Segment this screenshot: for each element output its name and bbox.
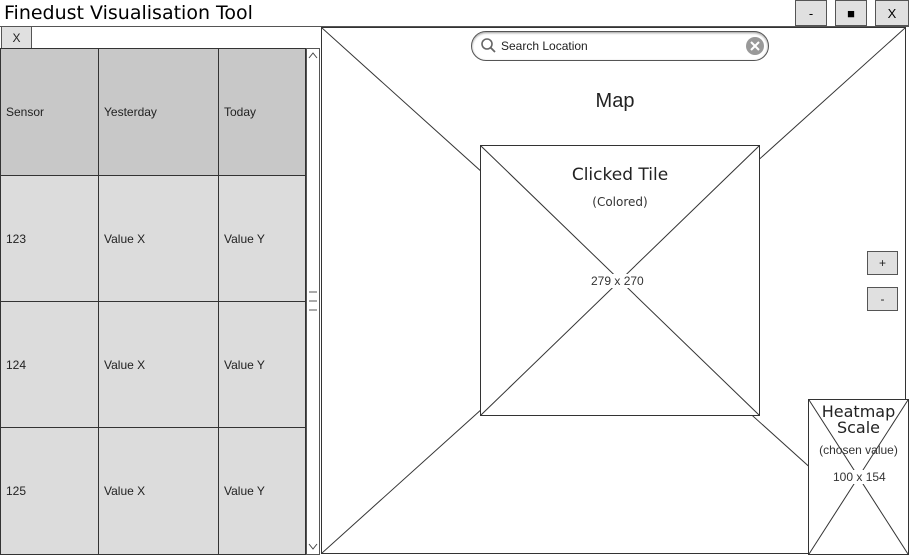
- table-scrollbar[interactable]: [306, 48, 320, 555]
- table-cell-today[interactable]: Value Y: [219, 302, 305, 428]
- sensor-table: Sensor Yesterday Today 123 Value X Value…: [0, 48, 306, 555]
- chevron-down-icon: [308, 543, 318, 550]
- map-label: Map: [595, 90, 635, 112]
- table-cell-sensor[interactable]: 124: [1, 302, 99, 428]
- tile-title: Clicked Tile: [571, 165, 669, 185]
- scale-title-line2: Scale: [836, 418, 881, 437]
- search-location-input[interactable]: Search Location: [471, 31, 769, 61]
- sidebar-close-button[interactable]: X: [1, 26, 32, 49]
- heatmap-scale: Heatmap Scale (chosen value) 100 x 154: [808, 399, 909, 555]
- scrollbar-graphics: [308, 52, 318, 550]
- table-cell-sensor[interactable]: 123: [1, 176, 99, 302]
- chevron-up-icon: [308, 52, 318, 59]
- table-cell-sensor[interactable]: 125: [1, 428, 99, 554]
- clicked-tile[interactable]: Clicked Tile (Colored) 279 x 270: [480, 145, 760, 416]
- scale-size-label: 100 x 154: [831, 470, 888, 484]
- scale-subtitle: (chosen value): [819, 443, 898, 457]
- column-header-yesterday[interactable]: Yesterday: [99, 49, 219, 176]
- table-cell-yesterday[interactable]: Value X: [99, 176, 219, 302]
- close-window-button[interactable]: X: [875, 0, 909, 26]
- clear-icon[interactable]: [745, 36, 765, 56]
- table-cell-today[interactable]: Value Y: [219, 176, 305, 302]
- column-header-today[interactable]: Today: [219, 49, 305, 176]
- zoom-in-button[interactable]: +: [867, 251, 898, 275]
- table-cell-today[interactable]: Value Y: [219, 428, 305, 554]
- column-header-sensor[interactable]: Sensor: [1, 49, 99, 176]
- maximize-button[interactable]: ■: [835, 0, 867, 26]
- table-cell-yesterday[interactable]: Value X: [99, 302, 219, 428]
- tile-subtitle: (Colored): [592, 195, 648, 209]
- zoom-out-button[interactable]: -: [867, 287, 898, 311]
- search-placeholder: Search Location: [501, 39, 588, 53]
- minimize-button[interactable]: -: [795, 0, 827, 26]
- table-cell-yesterday[interactable]: Value X: [99, 428, 219, 554]
- tile-size-label: 279 x 270: [589, 274, 646, 288]
- window-title: Finedust Visualisation Tool: [4, 2, 253, 24]
- search-icon: [481, 38, 496, 53]
